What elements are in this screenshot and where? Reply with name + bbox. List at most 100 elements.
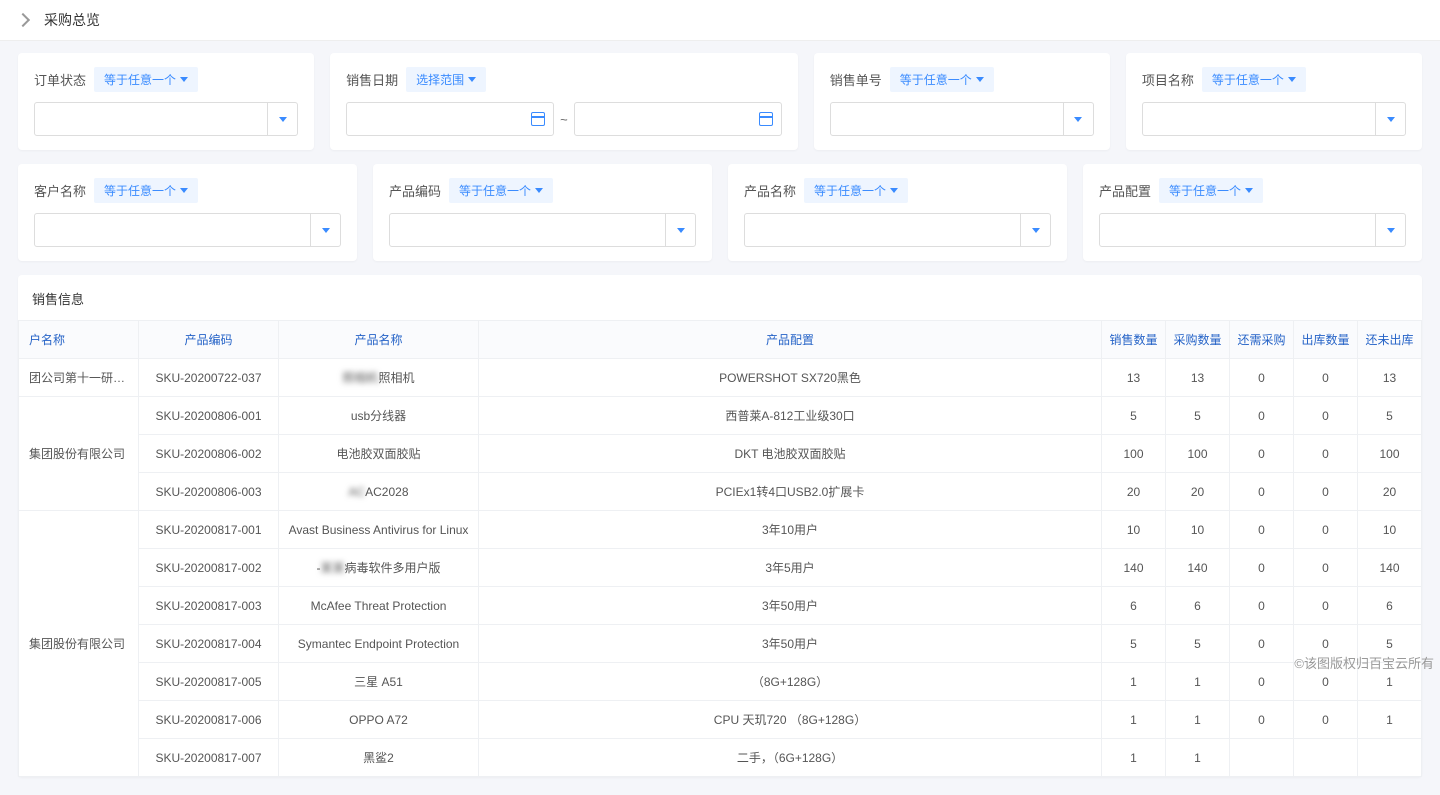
filter-label: 销售单号: [830, 70, 882, 89]
filter-operator-button[interactable]: 选择范围: [406, 67, 486, 92]
cell-sku: SKU-20200817-002: [139, 549, 279, 587]
filter-operator-button[interactable]: 等于任意一个: [94, 67, 198, 92]
dropdown-toggle[interactable]: [1375, 103, 1405, 135]
cell-num: 0: [1230, 549, 1294, 587]
cell-num: 0: [1294, 397, 1358, 435]
filter-sales-no: 销售单号 等于任意一个: [814, 53, 1110, 150]
cell-num: 0: [1294, 511, 1358, 549]
cell-num: 100: [1102, 435, 1166, 473]
cell-num: 13: [1102, 359, 1166, 397]
cell-sku: SKU-20200817-007: [139, 739, 279, 777]
filter-label: 客户名称: [34, 181, 86, 200]
filters-panel: 订单状态 等于任意一个 销售日期 选择范围 ~ 销售单号 等: [0, 41, 1440, 261]
cell-product-name: Symantec Endpoint Protection: [279, 625, 479, 663]
date-from[interactable]: [346, 102, 554, 136]
table-row[interactable]: SKU-20200806-002电池胶双面胶贴DKT 电池胶双面胶贴100100…: [19, 435, 1422, 473]
filter-operator-button[interactable]: 等于任意一个: [449, 178, 553, 203]
cell-product-name: 三星 A51: [279, 663, 479, 701]
cell-num: 0: [1294, 549, 1358, 587]
table-row[interactable]: SKU-20200806-003ACAC2028PCIEx1转4口USB2.0扩…: [19, 473, 1422, 511]
cell-num: 1: [1102, 663, 1166, 701]
cell-num: 0: [1294, 587, 1358, 625]
table-row[interactable]: SKU-20200817-002-某某病毒软件多用户版3年5用户14014000…: [19, 549, 1422, 587]
cell-sku: SKU-20200817-004: [139, 625, 279, 663]
cell-product-name: OPPO A72: [279, 701, 479, 739]
product-name-input[interactable]: [745, 223, 1020, 238]
filter-order-status: 订单状态 等于任意一个: [18, 53, 314, 150]
cell-num: 140: [1102, 549, 1166, 587]
date-to[interactable]: [574, 102, 782, 136]
th-sales-qty[interactable]: 销售数量: [1102, 321, 1166, 359]
date-to-input[interactable]: [583, 112, 759, 127]
dropdown-toggle[interactable]: [1063, 103, 1093, 135]
th-sku[interactable]: 产品编码: [139, 321, 279, 359]
product-config-input[interactable]: [1100, 223, 1375, 238]
cell-num: 0: [1294, 473, 1358, 511]
calendar-icon[interactable]: [531, 112, 545, 126]
dropdown-toggle[interactable]: [267, 103, 297, 135]
table-row[interactable]: SKU-20200817-003McAfee Threat Protection…: [19, 587, 1422, 625]
th-not-out[interactable]: 还未出库: [1358, 321, 1422, 359]
cell-num: 140: [1358, 549, 1422, 587]
cell-config: CPU 天玑720 （8G+128G）: [479, 701, 1102, 739]
sales-no-input[interactable]: [831, 112, 1063, 127]
filter-label: 产品名称: [744, 181, 796, 200]
filter-product-config: 产品配置 等于任意一个: [1083, 164, 1422, 261]
table-row[interactable]: 集团股份有限公司SKU-20200817-001Avast Business A…: [19, 511, 1422, 549]
cell-num: 20: [1358, 473, 1422, 511]
project-name-input[interactable]: [1143, 112, 1375, 127]
table-row[interactable]: SKU-20200817-004Symantec Endpoint Protec…: [19, 625, 1422, 663]
filter-operator-button[interactable]: 等于任意一个: [1202, 67, 1306, 92]
order-status-input[interactable]: [35, 112, 267, 127]
table-row[interactable]: SKU-20200817-007黑鲨2二手，（6G+128G）11: [19, 739, 1422, 777]
filter-label: 产品编码: [389, 181, 441, 200]
dropdown-toggle[interactable]: [1375, 214, 1405, 246]
customer-name-input[interactable]: [35, 223, 310, 238]
cell-num: 1: [1166, 663, 1230, 701]
table-row[interactable]: SKU-20200817-006OPPO A72CPU 天玑720 （8G+12…: [19, 701, 1422, 739]
cell-config: 3年10用户: [479, 511, 1102, 549]
cell-product-name: 照相机照相机: [279, 359, 479, 397]
calendar-icon[interactable]: [759, 112, 773, 126]
dropdown-toggle[interactable]: [1020, 214, 1050, 246]
cell-product-name: ACAC2028: [279, 473, 479, 511]
cell-customer: 团公司第十一研究所: [19, 359, 139, 397]
product-code-input[interactable]: [390, 223, 665, 238]
cell-num: [1358, 739, 1422, 777]
cell-num: 0: [1294, 701, 1358, 739]
filter-project-name: 项目名称 等于任意一个: [1126, 53, 1422, 150]
chevron-right-icon[interactable]: [16, 13, 30, 27]
th-customer[interactable]: 户名称: [19, 321, 139, 359]
date-from-input[interactable]: [355, 112, 531, 127]
cell-num: 0: [1230, 701, 1294, 739]
th-out-qty[interactable]: 出库数量: [1294, 321, 1358, 359]
cell-num: 13: [1166, 359, 1230, 397]
cell-config: POWERSHOT SX720黑色: [479, 359, 1102, 397]
cell-config: 3年50用户: [479, 587, 1102, 625]
cell-num: 1: [1358, 701, 1422, 739]
dropdown-toggle[interactable]: [665, 214, 695, 246]
th-purchase-qty[interactable]: 采购数量: [1166, 321, 1230, 359]
cell-num: 0: [1230, 587, 1294, 625]
filter-operator-button[interactable]: 等于任意一个: [804, 178, 908, 203]
cell-product-name: 电池胶双面胶贴: [279, 435, 479, 473]
dropdown-toggle[interactable]: [310, 214, 340, 246]
table-row[interactable]: 团公司第十一研究所SKU-20200722-037照相机照相机POWERSHOT…: [19, 359, 1422, 397]
filter-input-wrap: [34, 102, 298, 136]
table-row[interactable]: 集团股份有限公司SKU-20200806-001usb分线器西普莱A-812工业…: [19, 397, 1422, 435]
filter-operator-button[interactable]: 等于任意一个: [1159, 178, 1263, 203]
sales-info-section: 销售信息 户名称 产品编码 产品名称 产品配置 销售数量 采购数量 还需采购 出…: [18, 275, 1422, 777]
th-config[interactable]: 产品配置: [479, 321, 1102, 359]
cell-num: 0: [1230, 435, 1294, 473]
cell-num: 0: [1230, 473, 1294, 511]
filter-operator-button[interactable]: 等于任意一个: [94, 178, 198, 203]
cell-num: 20: [1166, 473, 1230, 511]
chevron-down-icon: [180, 77, 188, 82]
chevron-down-icon: [890, 188, 898, 193]
th-name[interactable]: 产品名称: [279, 321, 479, 359]
table-row[interactable]: SKU-20200817-005三星 A51（8G+128G）11001: [19, 663, 1422, 701]
cell-sku: SKU-20200817-006: [139, 701, 279, 739]
filter-operator-button[interactable]: 等于任意一个: [890, 67, 994, 92]
th-need-purchase[interactable]: 还需采购: [1230, 321, 1294, 359]
cell-config: 3年5用户: [479, 549, 1102, 587]
